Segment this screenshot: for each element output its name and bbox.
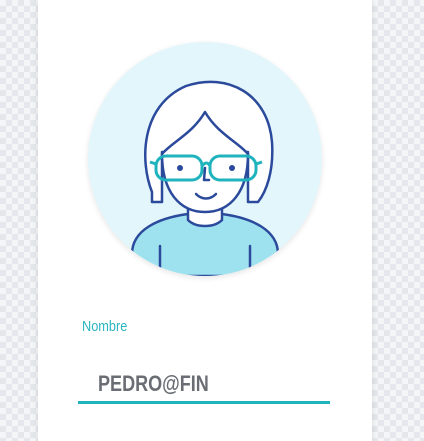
name-field[interactable]: PEDRO@FIN	[78, 364, 330, 404]
profile-card: Nombre PEDRO@FIN	[38, 0, 372, 441]
name-field-value: PEDRO@FIN	[98, 371, 209, 396]
name-field-label: Nombre	[82, 318, 128, 335]
avatar	[88, 42, 322, 276]
user-avatar-icon	[130, 80, 280, 276]
